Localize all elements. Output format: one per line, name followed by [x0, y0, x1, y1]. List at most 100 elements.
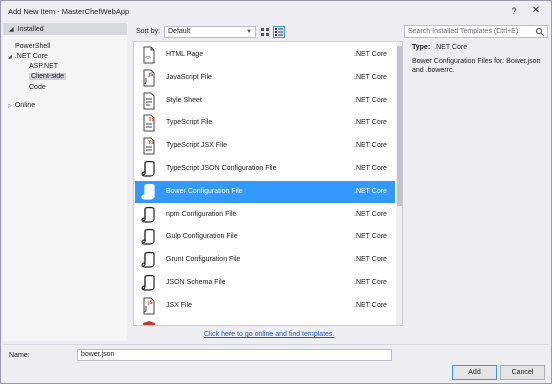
tsx-icon: TS: [141, 137, 157, 155]
template-language: .NET Core: [354, 233, 387, 241]
name-field[interactable]: bower.json: [77, 349, 392, 361]
template-name: Gulp Configuration File: [166, 233, 238, 241]
template-row[interactable]: Style Sheet .NET Core: [135, 90, 395, 112]
svg-text:JS: JS: [148, 72, 154, 78]
template-language: .NET Core: [354, 301, 387, 309]
cancel-button[interactable]: Cancel: [500, 365, 545, 380]
ts-icon: TS: [141, 114, 157, 132]
sort-bar: Sort by: Default ▼: [134, 25, 396, 39]
template-row[interactable]: Gulp Configuration File .NET Core: [135, 226, 395, 248]
details-panel: Type: .NET Core Bower Configuration Files…: [412, 44, 547, 75]
template-row[interactable]: TS TypeScript File .NET Core: [135, 112, 395, 134]
add-button[interactable]: Add: [452, 365, 497, 380]
sort-dropdown[interactable]: Default ▼: [164, 26, 256, 38]
config-icon: [141, 183, 157, 201]
type-value: .NET Core: [434, 44, 468, 51]
type-line: Type: .NET Core: [412, 44, 547, 51]
svg-text:TS: TS: [149, 117, 155, 123]
config-icon: [141, 228, 157, 246]
config-icon: [141, 160, 157, 178]
tree-item-label: Code: [29, 84, 46, 91]
expanded-arrow-icon[interactable]: ◢: [8, 54, 12, 60]
template-name: TypeScript JSX File: [166, 142, 228, 150]
tree-item-label: .NET Core: [14, 53, 48, 60]
template-name: AngularJs Controller: [166, 325, 229, 326]
collapsed-arrow-icon[interactable]: ▷: [8, 103, 12, 109]
search-icon: [535, 27, 545, 37]
template-language: .NET Core: [354, 187, 387, 195]
installed-label: Installed: [17, 25, 44, 33]
search-placeholder: Search Installed Templates (Ctrl+E): [408, 28, 519, 35]
category-tree: ◢ Installed PowerShell ◢ .NET Core ASP.NET C…: [3, 23, 127, 341]
tree-item-net-core[interactable]: ◢ .NET Core: [8, 53, 48, 60]
template-language: .NET Core: [354, 119, 387, 127]
window-title: Add New Item - MasterChefWebApp: [8, 7, 130, 16]
grid-view-icon: [261, 28, 269, 36]
template-row[interactable]: JS JSX File .NET Core: [135, 295, 395, 317]
type-label: Type:: [412, 44, 431, 51]
sort-label: Sort by:: [136, 28, 161, 35]
template-language: .NET Core: [354, 51, 387, 58]
tree-item-powershell[interactable]: PowerShell: [15, 43, 50, 50]
installed-node[interactable]: ◢ Installed: [3, 23, 127, 35]
title-bar: Add New Item - MasterChefWebApp ? ✕: [1, 1, 551, 22]
divider: [3, 344, 549, 345]
template-row[interactable]: Bower Configuration File .NET Core: [135, 180, 395, 203]
template-name: JSX File: [166, 301, 193, 309]
tree-item-label: Online: [14, 102, 36, 109]
name-label: Name:: [9, 352, 30, 359]
list-view-icon: [275, 28, 283, 36]
template-name: JavaScript File: [166, 73, 212, 81]
help-button[interactable]: ?: [506, 4, 522, 18]
tree-item-label: PowerShell: [15, 43, 51, 50]
template-language: .NET Core: [354, 256, 387, 264]
tree-item-code[interactable]: Code: [29, 84, 46, 91]
tree-item-asp-net[interactable]: ASP.NET: [29, 63, 58, 70]
template-row[interactable]: npm Configuration File .NET Core: [135, 204, 395, 226]
grid-view-button[interactable]: [259, 26, 271, 38]
template-name: npm Configuration File: [166, 210, 237, 218]
scrollbar-thumb[interactable]: [397, 46, 402, 206]
js-icon: JS: [141, 69, 157, 87]
html-icon: <>: [141, 46, 157, 64]
template-row[interactable]: <> HTML Page .NET Core: [135, 44, 395, 66]
svg-text:TS: TS: [148, 140, 154, 146]
template-language: .NET Core: [354, 210, 387, 218]
template-name: HTML Page: [166, 51, 204, 58]
config-icon: [141, 274, 157, 292]
template-language: .NET Core: [354, 325, 387, 326]
jsx-icon: JS: [141, 297, 157, 315]
template-language: .NET Core: [354, 142, 387, 150]
template-name: Bower Configuration File: [166, 187, 243, 195]
svg-text:JS: JS: [147, 300, 153, 306]
template-description: Bower Configuration Files for: Bower.jso…: [412, 58, 541, 74]
tree-item-client-side[interactable]: Client-side: [29, 73, 67, 80]
template-name: JSON Schema File: [166, 279, 226, 286]
template-row[interactable]: TS TypeScript JSX File .NET Core: [135, 135, 395, 157]
template-language: .NET Core: [354, 96, 387, 104]
template-row[interactable]: Grunt Configuration File .NET Core: [135, 249, 395, 271]
template-name: Grunt Configuration File: [166, 256, 241, 264]
config-icon: [141, 206, 157, 224]
tree-item-label: ASP.NET: [29, 63, 59, 70]
search-input[interactable]: Search Installed Templates (Ctrl+E): [404, 25, 548, 38]
close-button[interactable]: ✕: [528, 4, 544, 18]
config-icon: [141, 251, 157, 269]
expanded-arrow-icon: ◢: [9, 26, 14, 33]
template-name: TypeScript JSON Configuration File: [166, 165, 277, 172]
online-templates-link[interactable]: Click here to go online and find templat…: [204, 331, 334, 338]
template-row[interactable]: JSON Schema File .NET Core: [135, 272, 395, 294]
tree-item-online[interactable]: ▷ Online: [8, 102, 35, 109]
vertical-scrollbar[interactable]: [396, 42, 402, 325]
template-language: .NET Core: [354, 279, 387, 286]
template-language: .NET Core: [354, 73, 387, 81]
template-row[interactable]: TypeScript JSON Configuration File .NET C…: [135, 158, 395, 180]
chevron-down-icon: ▼: [246, 29, 252, 35]
sort-value: Default: [168, 28, 191, 35]
angular-icon: A: [141, 320, 157, 325]
template-language: .NET Core: [354, 165, 387, 172]
template-row[interactable]: JS JavaScript File .NET Core: [135, 67, 395, 89]
template-name: TypeScript File: [166, 119, 213, 127]
list-view-button[interactable]: [273, 26, 285, 38]
template-row[interactable]: A AngularJs Controller .NET Core: [135, 318, 395, 326]
